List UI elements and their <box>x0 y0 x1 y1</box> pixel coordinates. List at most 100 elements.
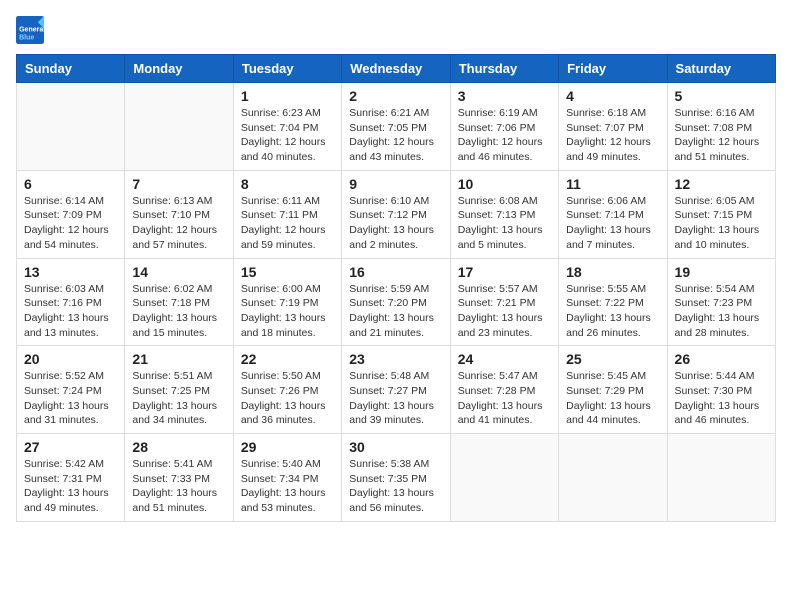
day-number: 25 <box>566 351 659 367</box>
day-info: Sunrise: 5:38 AM Sunset: 7:35 PM Dayligh… <box>349 457 442 516</box>
day-number: 21 <box>132 351 225 367</box>
day-number: 8 <box>241 176 334 192</box>
day-number: 5 <box>675 88 768 104</box>
calendar-day-cell: 30 Sunrise: 5:38 AM Sunset: 7:35 PM Dayli… <box>342 434 450 522</box>
day-info: Sunrise: 5:51 AM Sunset: 7:25 PM Dayligh… <box>132 369 225 428</box>
calendar-day-cell: 28 Sunrise: 5:41 AM Sunset: 7:33 PM Dayli… <box>125 434 233 522</box>
page-header: General Blue <box>16 16 776 44</box>
day-number: 10 <box>458 176 551 192</box>
day-number: 27 <box>24 439 117 455</box>
day-info: Sunrise: 5:57 AM Sunset: 7:21 PM Dayligh… <box>458 282 551 341</box>
day-number: 19 <box>675 264 768 280</box>
day-info: Sunrise: 6:10 AM Sunset: 7:12 PM Dayligh… <box>349 194 442 253</box>
calendar-table: SundayMondayTuesdayWednesdayThursdayFrid… <box>16 54 776 522</box>
day-info: Sunrise: 6:14 AM Sunset: 7:09 PM Dayligh… <box>24 194 117 253</box>
calendar-day-cell: 9 Sunrise: 6:10 AM Sunset: 7:12 PM Daylig… <box>342 170 450 258</box>
day-of-week-header: Sunday <box>17 55 125 83</box>
day-info: Sunrise: 5:55 AM Sunset: 7:22 PM Dayligh… <box>566 282 659 341</box>
day-info: Sunrise: 6:18 AM Sunset: 7:07 PM Dayligh… <box>566 106 659 165</box>
calendar-day-cell: 10 Sunrise: 6:08 AM Sunset: 7:13 PM Dayli… <box>450 170 558 258</box>
day-info: Sunrise: 5:59 AM Sunset: 7:20 PM Dayligh… <box>349 282 442 341</box>
day-number: 15 <box>241 264 334 280</box>
day-info: Sunrise: 5:41 AM Sunset: 7:33 PM Dayligh… <box>132 457 225 516</box>
day-info: Sunrise: 6:13 AM Sunset: 7:10 PM Dayligh… <box>132 194 225 253</box>
calendar-day-cell: 7 Sunrise: 6:13 AM Sunset: 7:10 PM Daylig… <box>125 170 233 258</box>
day-of-week-header: Saturday <box>667 55 775 83</box>
day-info: Sunrise: 5:48 AM Sunset: 7:27 PM Dayligh… <box>349 369 442 428</box>
calendar-day-cell: 23Sunrise: 5:48 AM Sunset: 7:27 PM Dayli… <box>342 346 450 434</box>
calendar-day-cell: 22 Sunrise: 5:50 AM Sunset: 7:26 PM Dayli… <box>233 346 341 434</box>
calendar-day-cell: 25 Sunrise: 5:45 AM Sunset: 7:29 PM Dayli… <box>559 346 667 434</box>
calendar-day-cell: 1 Sunrise: 6:23 AM Sunset: 7:04 PM Daylig… <box>233 83 341 171</box>
day-number: 17 <box>458 264 551 280</box>
day-number: 26 <box>675 351 768 367</box>
calendar-week-row: 1 Sunrise: 6:23 AM Sunset: 7:04 PM Daylig… <box>17 83 776 171</box>
day-number: 30 <box>349 439 442 455</box>
day-number: 16 <box>349 264 442 280</box>
day-number: 6 <box>24 176 117 192</box>
day-info: Sunrise: 6:06 AM Sunset: 7:14 PM Dayligh… <box>566 194 659 253</box>
svg-text:General: General <box>19 27 44 34</box>
calendar-day-cell <box>450 434 558 522</box>
day-of-week-header: Wednesday <box>342 55 450 83</box>
calendar-week-row: 27 Sunrise: 5:42 AM Sunset: 7:31 PM Dayli… <box>17 434 776 522</box>
calendar-day-cell <box>667 434 775 522</box>
day-number: 2 <box>349 88 442 104</box>
day-number: 29 <box>241 439 334 455</box>
day-number: 12 <box>675 176 768 192</box>
calendar-day-cell <box>125 83 233 171</box>
calendar-day-cell: 15 Sunrise: 6:00 AM Sunset: 7:19 PM Dayli… <box>233 258 341 346</box>
day-info: Sunrise: 5:52 AM Sunset: 7:24 PM Dayligh… <box>24 369 117 428</box>
day-info: Sunrise: 6:19 AM Sunset: 7:06 PM Dayligh… <box>458 106 551 165</box>
day-of-week-header: Tuesday <box>233 55 341 83</box>
calendar-day-cell <box>559 434 667 522</box>
calendar-day-cell: 13 Sunrise: 6:03 AM Sunset: 7:16 PM Dayli… <box>17 258 125 346</box>
day-of-week-header: Monday <box>125 55 233 83</box>
day-number: 1 <box>241 88 334 104</box>
day-number: 20 <box>24 351 117 367</box>
day-info: Sunrise: 6:05 AM Sunset: 7:15 PM Dayligh… <box>675 194 768 253</box>
day-number: 22 <box>241 351 334 367</box>
day-number: 3 <box>458 88 551 104</box>
calendar-day-cell: 14Sunrise: 6:02 AM Sunset: 7:18 PM Dayli… <box>125 258 233 346</box>
calendar-week-row: 20 Sunrise: 5:52 AM Sunset: 7:24 PM Dayli… <box>17 346 776 434</box>
calendar-day-cell: 20 Sunrise: 5:52 AM Sunset: 7:24 PM Dayli… <box>17 346 125 434</box>
day-info: Sunrise: 5:47 AM Sunset: 7:28 PM Dayligh… <box>458 369 551 428</box>
day-info: Sunrise: 6:00 AM Sunset: 7:19 PM Dayligh… <box>241 282 334 341</box>
day-info: Sunrise: 5:50 AM Sunset: 7:26 PM Dayligh… <box>241 369 334 428</box>
day-info: Sunrise: 6:23 AM Sunset: 7:04 PM Dayligh… <box>241 106 334 165</box>
calendar-day-cell: 21 Sunrise: 5:51 AM Sunset: 7:25 PM Dayli… <box>125 346 233 434</box>
day-number: 7 <box>132 176 225 192</box>
day-number: 13 <box>24 264 117 280</box>
day-info: Sunrise: 6:02 AM Sunset: 7:18 PM Dayligh… <box>132 282 225 341</box>
day-number: 28 <box>132 439 225 455</box>
day-number: 9 <box>349 176 442 192</box>
calendar-week-row: 6 Sunrise: 6:14 AM Sunset: 7:09 PM Daylig… <box>17 170 776 258</box>
day-info: Sunrise: 5:44 AM Sunset: 7:30 PM Dayligh… <box>675 369 768 428</box>
calendar-day-cell: 6 Sunrise: 6:14 AM Sunset: 7:09 PM Daylig… <box>17 170 125 258</box>
day-number: 11 <box>566 176 659 192</box>
day-info: Sunrise: 6:16 AM Sunset: 7:08 PM Dayligh… <box>675 106 768 165</box>
calendar-header-row: SundayMondayTuesdayWednesdayThursdayFrid… <box>17 55 776 83</box>
calendar-day-cell: 16 Sunrise: 5:59 AM Sunset: 7:20 PM Dayli… <box>342 258 450 346</box>
day-info: Sunrise: 6:08 AM Sunset: 7:13 PM Dayligh… <box>458 194 551 253</box>
calendar-week-row: 13 Sunrise: 6:03 AM Sunset: 7:16 PM Dayli… <box>17 258 776 346</box>
day-info: Sunrise: 6:03 AM Sunset: 7:16 PM Dayligh… <box>24 282 117 341</box>
calendar-day-cell: 24Sunrise: 5:47 AM Sunset: 7:28 PM Dayli… <box>450 346 558 434</box>
calendar-day-cell: 4Sunrise: 6:18 AM Sunset: 7:07 PM Daylig… <box>559 83 667 171</box>
calendar-day-cell: 12 Sunrise: 6:05 AM Sunset: 7:15 PM Dayli… <box>667 170 775 258</box>
calendar-day-cell: 19Sunrise: 5:54 AM Sunset: 7:23 PM Dayli… <box>667 258 775 346</box>
calendar-day-cell: 29 Sunrise: 5:40 AM Sunset: 7:34 PM Dayli… <box>233 434 341 522</box>
day-info: Sunrise: 5:42 AM Sunset: 7:31 PM Dayligh… <box>24 457 117 516</box>
day-info: Sunrise: 5:45 AM Sunset: 7:29 PM Dayligh… <box>566 369 659 428</box>
calendar-day-cell: 26 Sunrise: 5:44 AM Sunset: 7:30 PM Dayli… <box>667 346 775 434</box>
calendar-day-cell: 11 Sunrise: 6:06 AM Sunset: 7:14 PM Dayli… <box>559 170 667 258</box>
calendar-day-cell: 2 Sunrise: 6:21 AM Sunset: 7:05 PM Daylig… <box>342 83 450 171</box>
day-info: Sunrise: 6:21 AM Sunset: 7:05 PM Dayligh… <box>349 106 442 165</box>
calendar-day-cell: 3 Sunrise: 6:19 AM Sunset: 7:06 PM Daylig… <box>450 83 558 171</box>
day-number: 18 <box>566 264 659 280</box>
day-info: Sunrise: 5:40 AM Sunset: 7:34 PM Dayligh… <box>241 457 334 516</box>
svg-text:Blue: Blue <box>19 34 34 41</box>
logo-icon: General Blue <box>16 16 44 44</box>
day-of-week-header: Friday <box>559 55 667 83</box>
